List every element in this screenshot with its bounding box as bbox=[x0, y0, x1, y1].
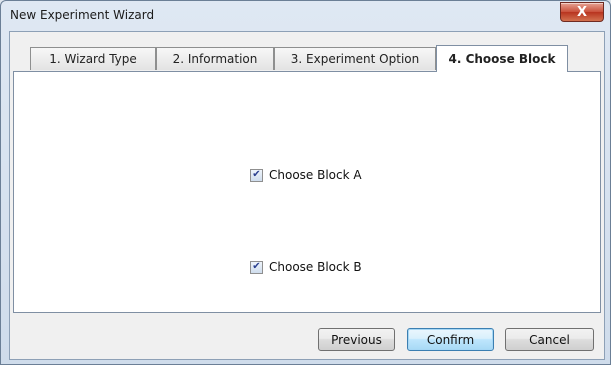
tab-label: 3. Experiment Option bbox=[290, 52, 420, 66]
tab-label: 4. Choose Block bbox=[448, 52, 556, 66]
choose-block-a-label: Choose Block A bbox=[269, 168, 362, 182]
cancel-button[interactable]: Cancel bbox=[505, 328, 594, 351]
window-title: New Experiment Wizard bbox=[10, 8, 155, 22]
close-icon: X bbox=[576, 4, 588, 20]
tab-information[interactable]: 2. Information bbox=[156, 47, 274, 70]
choose-block-panel: ✔ Choose Block A ✔ Choose Block B bbox=[13, 71, 601, 313]
choose-block-b-label: Choose Block B bbox=[269, 260, 362, 274]
checkbox-choose-block-a[interactable]: ✔ bbox=[250, 168, 263, 182]
confirm-button[interactable]: Confirm bbox=[407, 328, 494, 351]
wizard-window: New Experiment Wizard X 1. Wizard Type 2… bbox=[0, 0, 611, 365]
tab-experiment-option[interactable]: 3. Experiment Option bbox=[274, 47, 436, 70]
checkbox-choose-block-b[interactable]: ✔ bbox=[250, 260, 263, 274]
close-button[interactable]: X bbox=[560, 2, 604, 22]
checkmark-icon: ✔ bbox=[252, 169, 261, 180]
tab-label: 1. Wizard Type bbox=[49, 52, 137, 66]
button-bar: Previous Confirm Cancel bbox=[13, 318, 599, 354]
choose-block-b-option[interactable]: ✔ Choose Block B bbox=[250, 260, 362, 274]
checkmark-icon: ✔ bbox=[252, 261, 261, 272]
tab-choose-block[interactable]: 4. Choose Block bbox=[436, 45, 568, 72]
title-bar[interactable]: New Experiment Wizard X bbox=[1, 1, 610, 29]
wizard-client-area: 1. Wizard Type 2. Information 3. Experim… bbox=[9, 31, 605, 360]
choose-block-a-option[interactable]: ✔ Choose Block A bbox=[250, 168, 362, 182]
tab-wizard-type[interactable]: 1. Wizard Type bbox=[30, 47, 156, 70]
tab-bar: 1. Wizard Type 2. Information 3. Experim… bbox=[10, 32, 604, 72]
previous-button[interactable]: Previous bbox=[318, 328, 395, 351]
tab-label: 2. Information bbox=[172, 52, 258, 66]
